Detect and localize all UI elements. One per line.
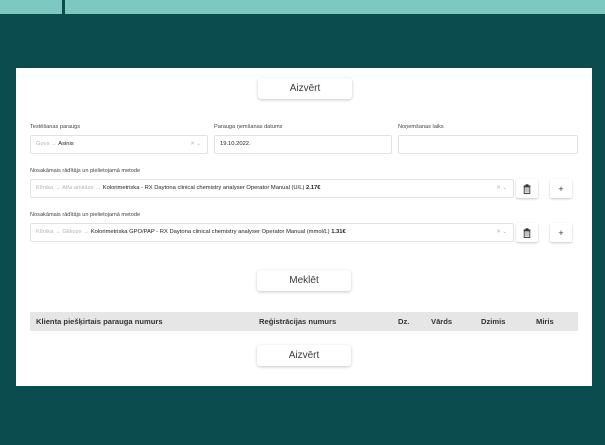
chevron-down-icon[interactable]: ✕ ⌄ [496, 224, 507, 241]
search-button[interactable]: Meklēt [257, 270, 351, 291]
chevron-down-icon[interactable]: ✕ ⌄ [190, 136, 201, 153]
test-sample-value: Asinis [58, 141, 74, 147]
removal-time-input[interactable] [398, 135, 578, 154]
indicator-method: Kolorimetriska GPO/PAP - RX Daytona clin… [90, 229, 332, 235]
column-name[interactable]: Vārds [431, 317, 452, 326]
indicator-method: Kolorimetriska - RX Daytona clinical che… [102, 185, 306, 191]
test-sample-label: Testēšanas paraugs [30, 124, 81, 130]
trash-icon[interactable] [516, 223, 538, 242]
sample-dialog: Aizvērt Testēšanas paraugs Parauga ņemša… [16, 68, 592, 386]
column-client-sample-number[interactable]: Klienta piešķirtais parauga numurs [36, 317, 163, 326]
results-table-header: Klienta piešķirtais parauga numurs Reģis… [30, 312, 578, 331]
trash-icon[interactable] [516, 179, 538, 198]
sample-date-input[interactable]: 19.10.2022. [214, 135, 392, 154]
chevron-down-icon[interactable]: ✕ ⌄ [496, 180, 507, 197]
indicator-select[interactable]: Klīnika → Alfa amilāze → Kolorimetriska … [30, 179, 514, 198]
indicator-select[interactable]: Klīnika → Glikoze → Kolorimetriska GPO/P… [30, 223, 514, 242]
test-sample-select[interactable]: Govs → Asinis ✕ ⌄ [30, 135, 208, 154]
indicator-label: Nosakāmais rādītājs un pielietojamā meto… [30, 212, 141, 218]
plus-icon[interactable]: + [550, 179, 572, 198]
plus-icon[interactable]: + [550, 223, 572, 242]
column-born[interactable]: Dzimis [481, 317, 505, 326]
column-dz[interactable]: Dz. [398, 317, 409, 326]
test-sample-path: Govs → [36, 141, 59, 147]
indicator-path: Klīnika → Alfa amilāze → [36, 185, 103, 191]
column-died[interactable]: Miris [536, 317, 554, 326]
indicator-label: Nosakāmais rādītājs un pielietojamā meto… [30, 168, 141, 174]
indicator-price: 2.17€ [306, 185, 321, 191]
sample-date-label: Parauga ņemšanas datums [214, 124, 283, 130]
accent-notch [62, 0, 65, 14]
removal-time-label: Noņemšanas laiks [398, 124, 444, 130]
close-button-top[interactable]: Aizvērt [258, 78, 352, 99]
indicator-path: Klīnika → Glikoze → [36, 229, 91, 235]
indicator-price: 1.31€ [331, 229, 346, 235]
column-registration-number[interactable]: Reģistrācijas numurs [259, 317, 336, 326]
top-accent-strip [0, 0, 605, 14]
close-button-bottom[interactable]: Aizvērt [257, 345, 351, 366]
